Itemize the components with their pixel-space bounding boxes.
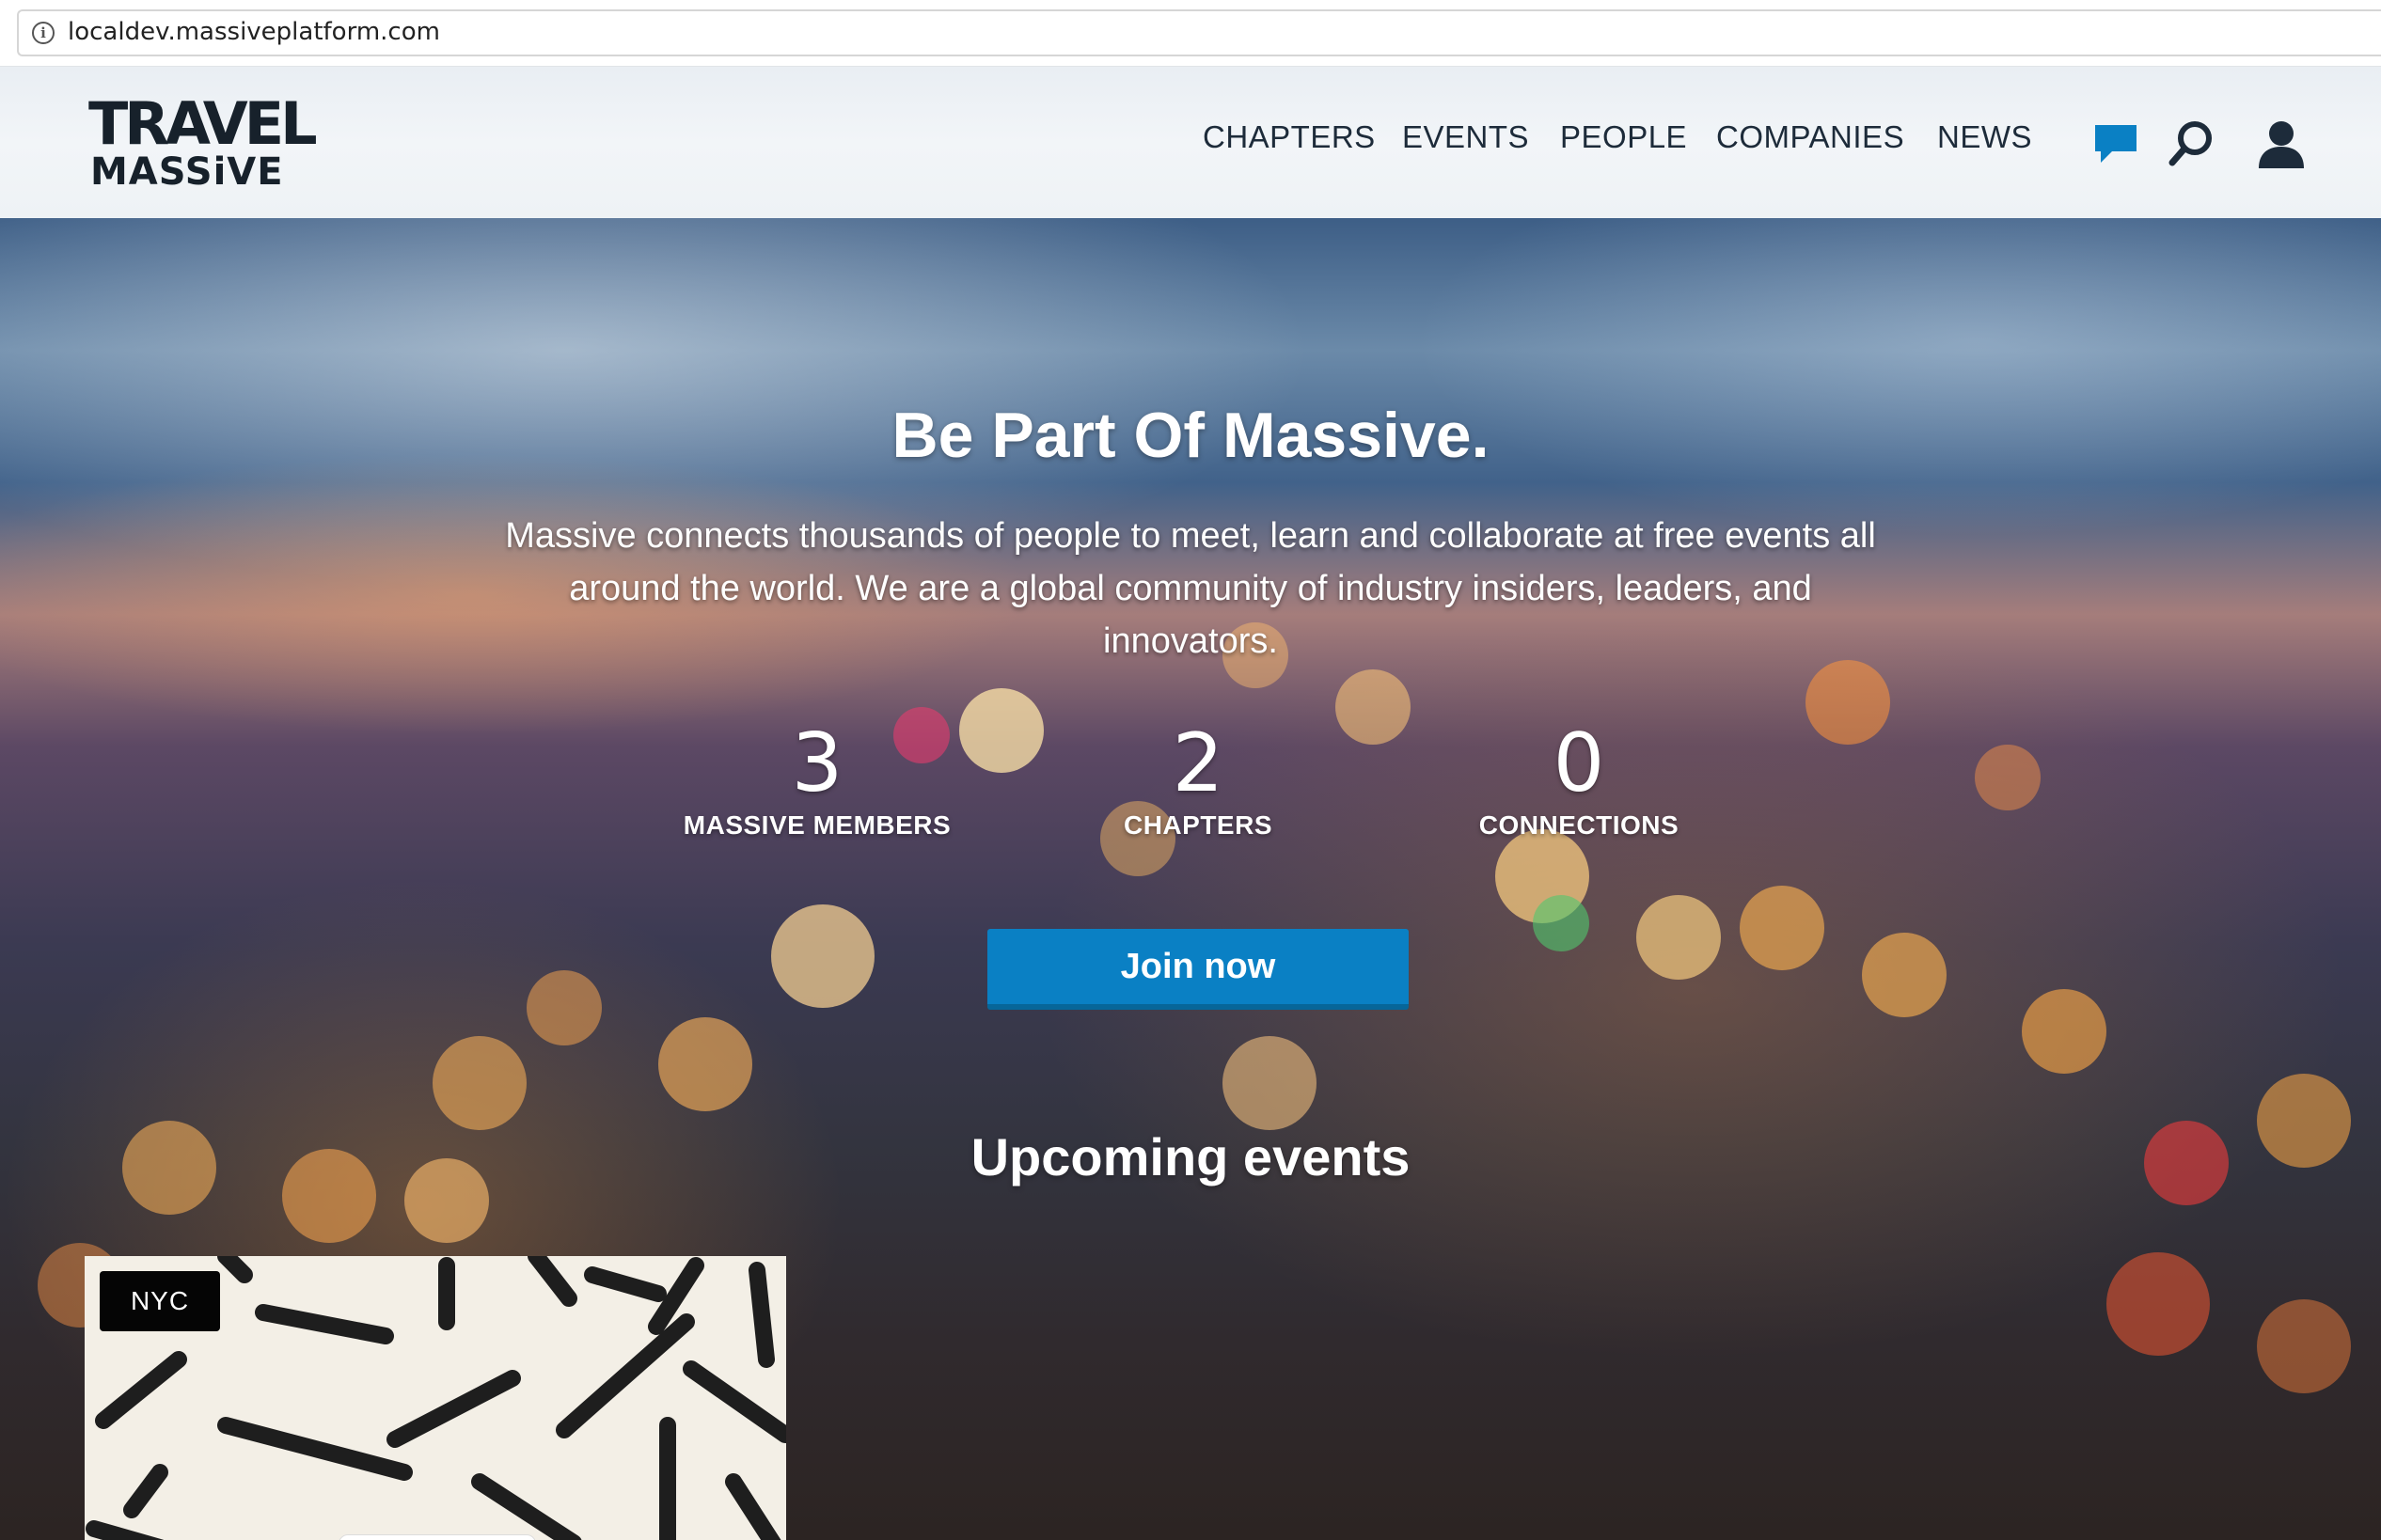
nav-chapters[interactable]: CHAPTERS [1203, 119, 1376, 155]
site-header: TRAVEL MASSiVE CHAPTERS EVENTS PEOPLE CO… [0, 66, 2381, 218]
event-card[interactable]: NYC [85, 1256, 786, 1540]
logo-line2: MASSiVE [90, 150, 284, 194]
stat-members-label: MASSIVE MEMBERS [683, 810, 952, 840]
hero-title: Be Part Of Massive. [891, 400, 1490, 471]
stat-chapters-value: 2 [1172, 716, 1224, 810]
nav-news[interactable]: NEWS [1937, 119, 2032, 155]
url-text[interactable]: localdev.massiveplatform.com [68, 18, 440, 46]
card-overlay-tab [339, 1534, 536, 1540]
nav-people[interactable]: PEOPLE [1560, 119, 1687, 155]
join-now-button[interactable]: Join now [987, 929, 1409, 1010]
hero-description: Massive connects thousands of people to … [505, 516, 1876, 661]
logo-line1: TRAVEL [88, 89, 318, 158]
chapter-badge: NYC [100, 1271, 220, 1331]
search-icon[interactable] [2167, 119, 2215, 173]
nav-events[interactable]: EVENTS [1402, 119, 1529, 155]
upcoming-events-title: Upcoming events [970, 1127, 1411, 1186]
stat-chapters: 2 CHAPTERS [1010, 716, 1386, 841]
browser-toolbar: i localdev.massiveplatform.com [0, 0, 2381, 66]
travel-massive-logo[interactable]: TRAVEL MASSiVE [88, 95, 318, 194]
stat-chapters-label: CHAPTERS [1123, 810, 1272, 840]
user-icon[interactable] [2255, 118, 2308, 175]
nav-companies[interactable]: COMPANIES [1716, 119, 1904, 155]
hero-section: Be Part Of Massive. Massive connects tho… [0, 218, 2381, 1540]
stat-connections-label: CONNECTIONS [1478, 810, 1679, 840]
info-icon[interactable]: i [32, 22, 55, 44]
stat-connections: 0 CONNECTIONS [1391, 716, 1767, 841]
address-bar[interactable]: i localdev.massiveplatform.com [17, 9, 2381, 56]
chat-icon[interactable] [2091, 121, 2140, 171]
stat-connections-value: 0 [1553, 716, 1605, 810]
stat-members-value: 3 [791, 716, 844, 810]
stat-members: 3 MASSIVE MEMBERS [629, 716, 1005, 841]
